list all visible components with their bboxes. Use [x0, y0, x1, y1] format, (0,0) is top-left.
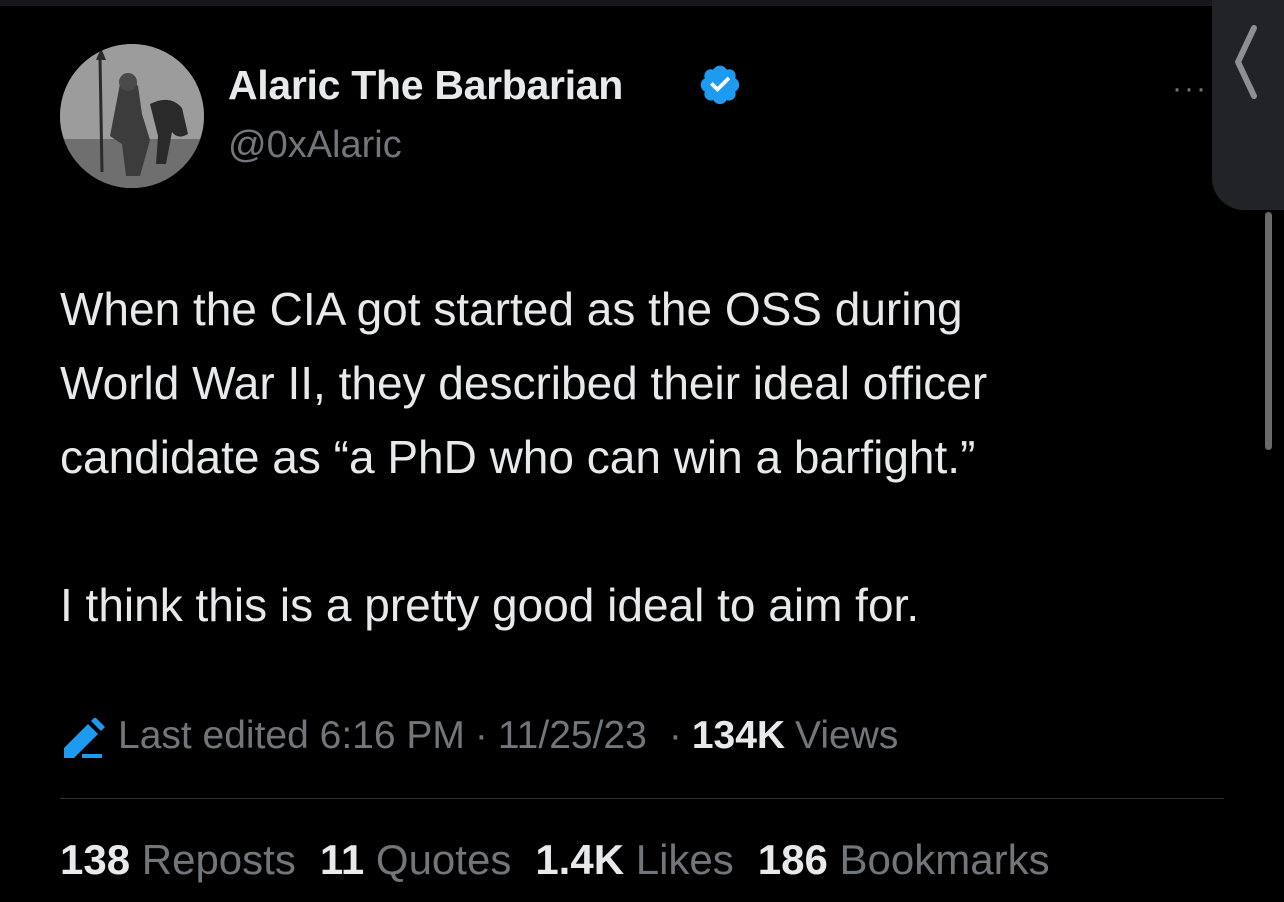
tweet-line: When the CIA got started as the OSS duri…	[60, 283, 963, 335]
meta-separator: ·	[668, 714, 682, 757]
top-edge	[0, 0, 1284, 6]
more-options-button[interactable]: ···	[1172, 72, 1208, 106]
engagement-stats: 138 Reposts 11 Quotes 1.4K Likes 186 Boo…	[60, 836, 1074, 884]
divider	[60, 798, 1224, 799]
bookmarks-label: Bookmarks	[839, 836, 1050, 883]
author-handle[interactable]: @0xAlaric	[228, 124, 402, 167]
edit-pencil-icon	[64, 718, 105, 758]
views-label: Views	[795, 714, 899, 757]
author-name[interactable]: Alaric The Barbarian	[228, 62, 623, 109]
reposts-count: 138	[60, 836, 131, 883]
tweet-line: candidate as “a PhD who can win a barfig…	[60, 431, 976, 483]
quotes-stat[interactable]: 11 Quotes	[320, 836, 512, 884]
likes-stat[interactable]: 1.4K Likes	[535, 836, 733, 884]
reposts-label: Reposts	[141, 836, 296, 883]
quotes-label: Quotes	[375, 836, 512, 883]
tweet-date[interactable]: 11/25/23	[498, 714, 647, 758]
tweet-text: When the CIA got started as the OSS duri…	[60, 272, 1200, 642]
edited-timestamp[interactable]: Last edited 6:16 PM	[118, 714, 465, 758]
scrollbar[interactable]	[1265, 212, 1272, 450]
likes-count: 1.4K	[535, 836, 625, 883]
bookmarks-stat[interactable]: 186 Bookmarks	[758, 836, 1050, 884]
reposts-stat[interactable]: 138 Reposts	[60, 836, 296, 884]
chevron-left-icon[interactable]	[1230, 24, 1260, 100]
quotes-count: 11	[319, 836, 365, 883]
views-count: 134K	[691, 714, 786, 757]
meta-separator: ·	[474, 714, 488, 757]
avatar[interactable]	[60, 44, 204, 188]
tweet-meta: Last edited 6:16 PM · 11/25/23 · 134K Vi…	[60, 708, 898, 764]
tweet-line: I think this is a pretty good ideal to a…	[60, 579, 920, 631]
verified-badge-icon	[700, 65, 740, 105]
likes-label: Likes	[635, 836, 734, 883]
bookmarks-count: 186	[757, 836, 828, 883]
tweet-line: World War II, they described their ideal…	[60, 357, 988, 409]
barbarian-horseman-avatar-icon	[60, 44, 204, 188]
